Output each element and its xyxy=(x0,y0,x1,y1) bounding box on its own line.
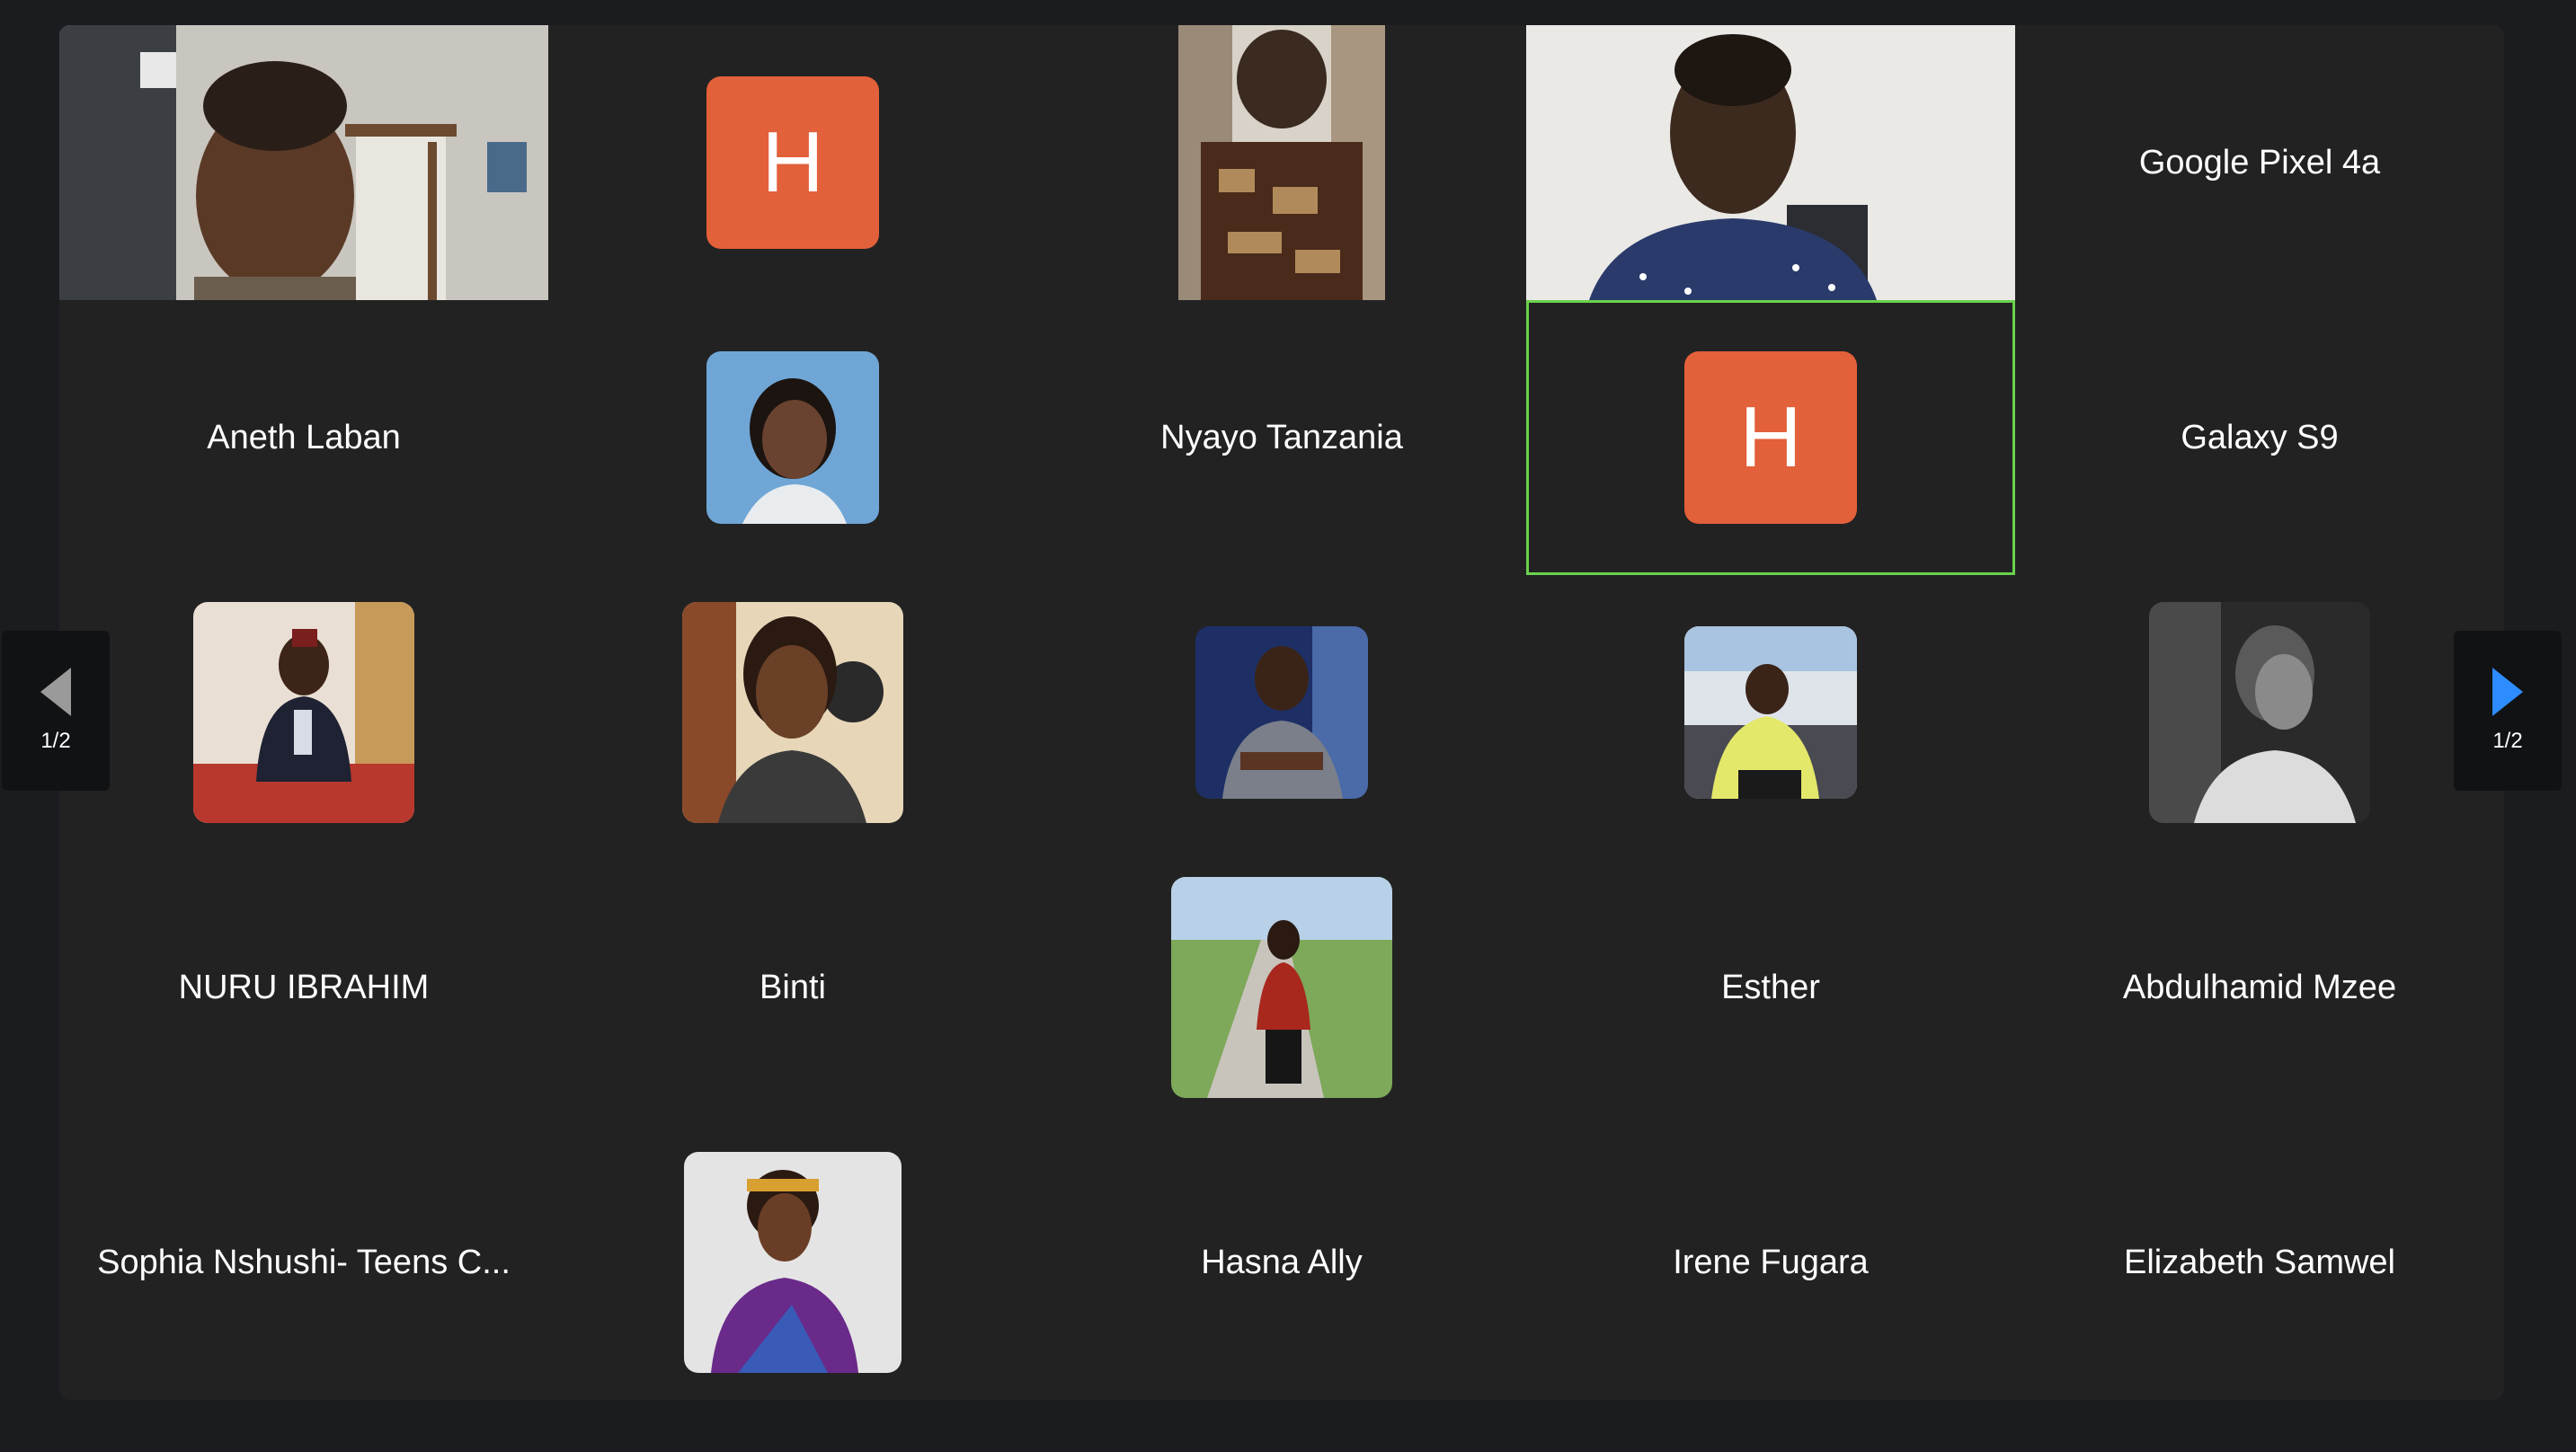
participant-tile[interactable] xyxy=(2015,575,2504,850)
participant-name: Galaxy S9 xyxy=(2181,418,2339,456)
page-indicator: 1/2 xyxy=(40,729,71,753)
participant-tile[interactable]: Esther xyxy=(1526,850,2015,1125)
participant-name: Hasna Ally xyxy=(1201,1243,1363,1281)
previous-page-button[interactable]: 1/2 xyxy=(2,631,110,791)
participant-tile[interactable]: Sophia Nshushi- Teens C... xyxy=(59,1125,548,1400)
chevron-right-icon xyxy=(2492,668,2523,716)
participant-name: Google Pixel 4a xyxy=(2138,143,2381,182)
participant-tile[interactable] xyxy=(1037,850,1526,1125)
participant-name: Binti xyxy=(759,968,826,1006)
participant-profile-photo xyxy=(684,1152,902,1373)
participant-profile-photo xyxy=(1171,877,1392,1098)
participant-profile-photo xyxy=(2149,602,2370,823)
participant-name: Abdulhamid Mzee xyxy=(2122,968,2397,1006)
participant-tile[interactable]: Galaxy S9 xyxy=(2015,300,2504,575)
participant-video-tile[interactable] xyxy=(1178,25,1385,300)
participant-tile[interactable]: Hasna Ally xyxy=(1037,1125,1526,1400)
participant-profile-photo xyxy=(1684,626,1857,799)
participant-video-feed xyxy=(1526,25,2015,300)
next-page-button[interactable]: 1/2 xyxy=(2454,631,2562,791)
participant-profile-photo xyxy=(1195,626,1368,799)
participant-tile[interactable] xyxy=(548,1125,1037,1400)
participant-profile-photo xyxy=(706,351,879,524)
participant-video-tile[interactable] xyxy=(59,25,548,300)
active-speaker-tile[interactable]: H xyxy=(1526,300,2015,575)
participant-tile[interactable]: NURU IBRAHIM xyxy=(59,850,548,1125)
avatar-initial: H xyxy=(1684,351,1857,524)
video-gallery: H Google Pixel 4a Aneth Laban Nyayo Tanz… xyxy=(59,25,2504,1400)
participant-tile[interactable]: Elizabeth Samwel xyxy=(2015,1125,2504,1400)
participant-profile-photo xyxy=(682,602,903,823)
participant-name: NURU IBRAHIM xyxy=(178,968,430,1006)
participant-tile[interactable] xyxy=(1037,575,1526,850)
avatar-initial: H xyxy=(706,76,879,249)
participant-video-feed xyxy=(59,25,548,300)
participant-name: Aneth Laban xyxy=(207,418,401,456)
page-indicator: 1/2 xyxy=(2492,729,2523,753)
participant-tile[interactable]: Nyayo Tanzania xyxy=(1037,300,1526,575)
participant-profile-photo xyxy=(193,602,414,823)
participant-tile[interactable]: Aneth Laban xyxy=(59,300,548,575)
participant-name: Esther xyxy=(1721,968,1820,1006)
participant-tile[interactable]: Abdulhamid Mzee xyxy=(2015,850,2504,1125)
participant-tile[interactable] xyxy=(1526,575,2015,850)
participant-name: Irene Fugara xyxy=(1673,1243,1869,1281)
participant-tile[interactable]: Binti xyxy=(548,850,1037,1125)
participant-name: Elizabeth Samwel xyxy=(2123,1243,2396,1281)
chevron-left-icon xyxy=(40,668,71,716)
participant-tile[interactable] xyxy=(59,575,548,850)
participant-tile[interactable] xyxy=(548,575,1037,850)
participant-tile[interactable]: Irene Fugara xyxy=(1526,1125,2015,1400)
participant-name: Sophia Nshushi- Teens C... xyxy=(97,1243,511,1281)
participant-tile[interactable]: H xyxy=(548,25,1037,300)
participant-video-tile[interactable] xyxy=(1526,25,2015,300)
participant-video-feed xyxy=(1178,25,1385,300)
participant-tile[interactable]: Google Pixel 4a xyxy=(2015,25,2504,300)
participant-tile[interactable] xyxy=(548,300,1037,575)
participant-name: Nyayo Tanzania xyxy=(1160,418,1403,456)
